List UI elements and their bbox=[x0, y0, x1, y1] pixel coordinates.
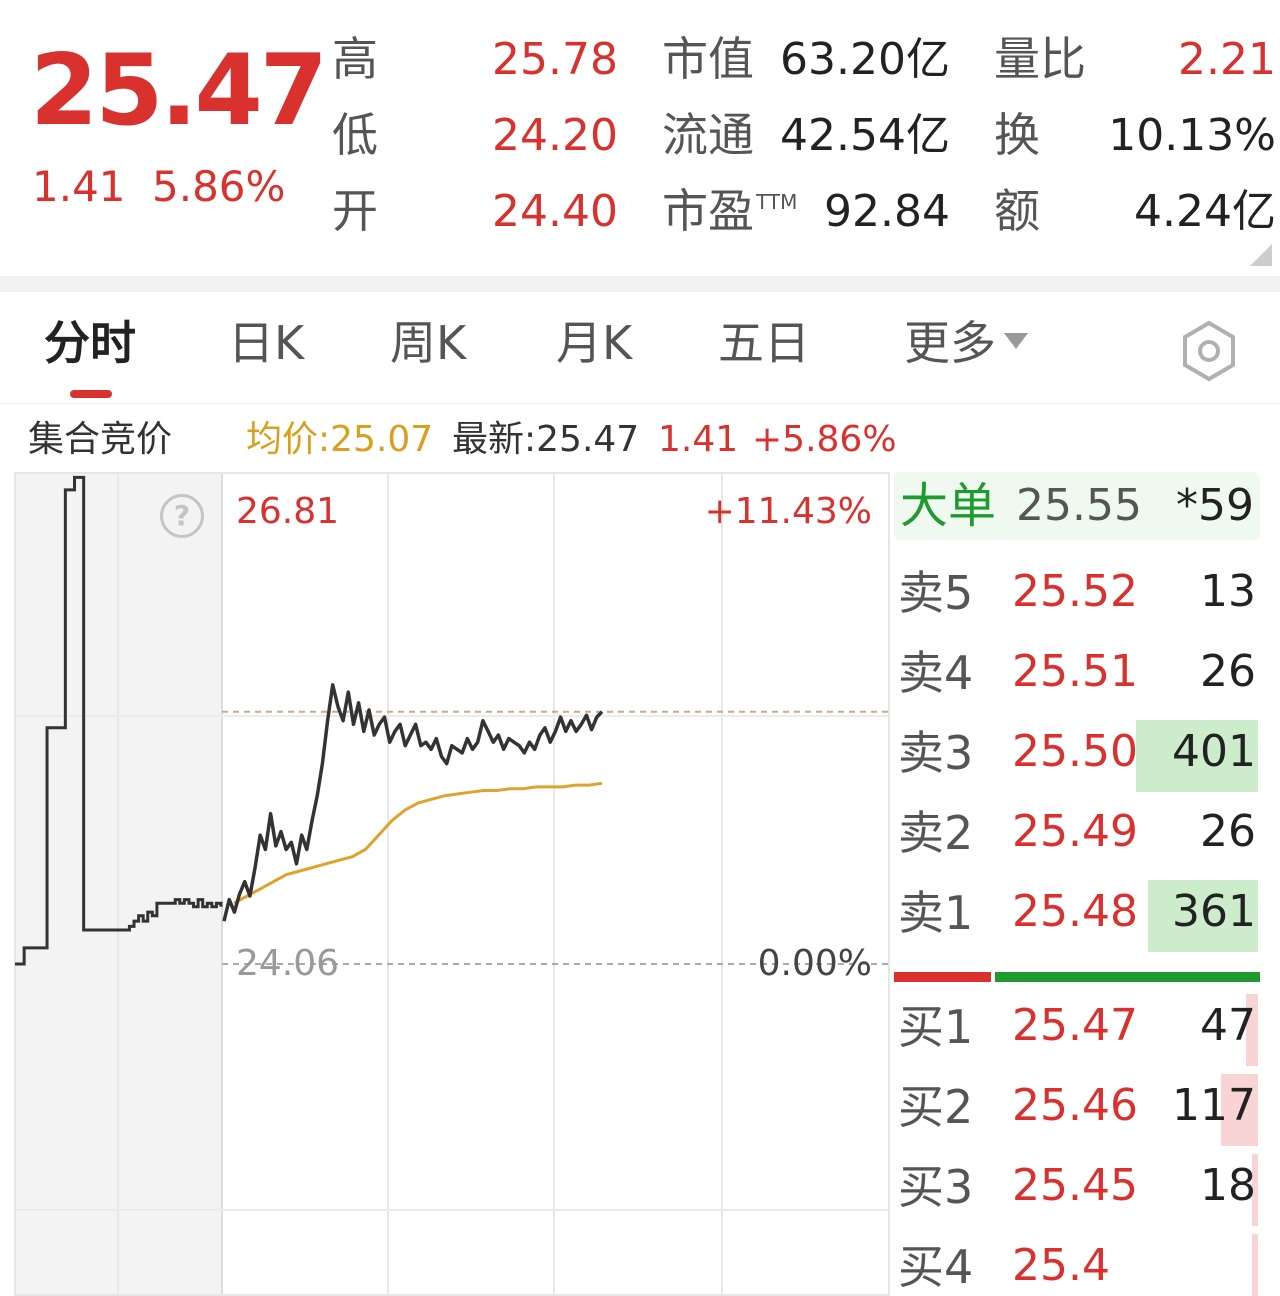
open-value: 24.40 bbox=[492, 186, 618, 237]
sell-level-price: 25.48 bbox=[1012, 886, 1138, 937]
buy-level-volume: 18 bbox=[1200, 1160, 1256, 1211]
y-axis-base-label: 24.06 bbox=[236, 943, 340, 984]
buy-level-label: 买4 bbox=[898, 1240, 974, 1294]
sell-level-price: 25.49 bbox=[1012, 806, 1138, 857]
sell-level-volume: 13 bbox=[1200, 566, 1256, 617]
sell-level-price: 25.52 bbox=[1012, 566, 1138, 617]
buy-level-price: 25.47 bbox=[1012, 1000, 1138, 1051]
turnover-label: 换 bbox=[994, 108, 1040, 162]
float-cap-value: 42.54亿 bbox=[780, 110, 950, 161]
chart-canvas bbox=[14, 472, 890, 1296]
buy-level-label: 买1 bbox=[898, 1000, 974, 1054]
chart-info-line: 集合竞价 均价:25.07 最新:25.47 1.41 +5.86% bbox=[0, 408, 1280, 470]
sell-level-volume: 26 bbox=[1200, 806, 1256, 857]
price-line bbox=[222, 683, 604, 922]
last-price: 25.47 bbox=[30, 34, 328, 148]
price-change-percent: 5.86% bbox=[152, 162, 286, 211]
expand-corner-icon[interactable] bbox=[1250, 244, 1272, 266]
sell-level-volume: 401 bbox=[1172, 726, 1256, 777]
volume-ratio-value: 2.21 bbox=[1178, 34, 1276, 85]
dropdown-arrow-icon bbox=[1004, 332, 1028, 349]
settings-hexagon-icon[interactable] bbox=[1178, 320, 1240, 382]
tab-daily-k[interactable]: 日K bbox=[228, 320, 304, 366]
sell-level-label: 卖5 bbox=[898, 566, 974, 620]
pe-label: 市盈 TTM bbox=[662, 184, 798, 238]
buy-row-2[interactable]: 买2 25.46 117 bbox=[890, 1068, 1270, 1148]
sell-row-1[interactable]: 卖5 25.52 13 bbox=[890, 554, 1270, 634]
buy-row-3[interactable]: 买3 25.45 18 bbox=[890, 1148, 1270, 1228]
volume-ratio-label: 量比 bbox=[994, 32, 1086, 86]
tab-more-label: 更多 bbox=[904, 316, 996, 370]
tab-more[interactable]: 更多 bbox=[904, 320, 1028, 366]
buy-row-4[interactable]: 买4 25.4 bbox=[890, 1228, 1270, 1296]
big-order-price: 25.55 bbox=[1016, 480, 1142, 531]
buy-row-1[interactable]: 买1 25.47 47 bbox=[890, 988, 1270, 1068]
big-order-row[interactable]: 大单 25.55 *59 bbox=[894, 472, 1260, 540]
high-value: 25.78 bbox=[492, 34, 618, 85]
tab-five-day[interactable]: 五日 bbox=[718, 320, 810, 366]
buy-volume-bar bbox=[1251, 1234, 1258, 1296]
big-order-label: 大单 bbox=[900, 478, 997, 534]
average-price: 均价:25.07 bbox=[246, 419, 434, 460]
tab-intraday[interactable]: 分时 bbox=[44, 320, 136, 366]
sell-level-label: 卖4 bbox=[898, 646, 974, 700]
sell-row-3[interactable]: 卖3 25.50 401 bbox=[890, 714, 1270, 794]
pe-value: 92.84 bbox=[824, 186, 950, 237]
buy-level-label: 买3 bbox=[898, 1160, 974, 1214]
y-axis-top-label: 26.81 bbox=[236, 491, 340, 532]
tab-monthly-k[interactable]: 月K bbox=[556, 320, 632, 366]
sell-level-volume: 361 bbox=[1172, 886, 1256, 937]
sell-level-volume: 26 bbox=[1200, 646, 1256, 697]
sell-level-label: 卖1 bbox=[898, 886, 974, 940]
turnover-value: 10.13% bbox=[1108, 110, 1276, 161]
buy-level-price: 25.46 bbox=[1012, 1080, 1138, 1131]
quote-header: 25.47 1.41 5.86% 高 25.78 低 24.20 开 24.40… bbox=[0, 0, 1280, 276]
buy-level-label: 买2 bbox=[898, 1080, 974, 1134]
buy-sell-ratio-bar bbox=[894, 972, 1260, 982]
sell-row-5[interactable]: 卖1 25.48 361 bbox=[890, 874, 1270, 954]
sell-level-label: 卖2 bbox=[898, 806, 974, 860]
float-cap-label: 流通 bbox=[662, 108, 754, 162]
chart-period-tabs: 分时 日K 周K 月K 五日 更多 bbox=[0, 292, 1280, 404]
market-cap-label: 市值 bbox=[662, 32, 754, 86]
pct-axis-top-label: +11.43% bbox=[704, 491, 872, 532]
latest-price: 最新:25.47 bbox=[452, 419, 640, 460]
market-cap-value: 63.20亿 bbox=[780, 34, 950, 85]
buy-level-price: 25.4 bbox=[1012, 1240, 1110, 1291]
active-tab-indicator bbox=[70, 390, 112, 398]
tab-weekly-k[interactable]: 周K bbox=[390, 320, 466, 366]
sell-level-label: 卖3 bbox=[898, 726, 974, 780]
help-icon[interactable]: ? bbox=[160, 494, 204, 538]
buy-level-volume: 47 bbox=[1200, 1000, 1256, 1051]
buy-level-price: 25.45 bbox=[1012, 1160, 1138, 1211]
sell-level-price: 25.51 bbox=[1012, 646, 1138, 697]
price-change: 1.41 bbox=[32, 162, 126, 211]
sell-level-price: 25.50 bbox=[1012, 726, 1138, 777]
order-book: 大单 25.55 *59 卖5 25.52 13 卖4 25.51 26 卖3 25.50 40… bbox=[890, 472, 1280, 1296]
pe-ttm-superscript: TTM bbox=[756, 190, 798, 214]
section-divider bbox=[0, 276, 1280, 292]
pct-axis-base-label: 0.00% bbox=[757, 943, 872, 984]
open-label: 开 bbox=[332, 184, 378, 238]
high-label: 高 bbox=[332, 32, 378, 86]
sell-row-4[interactable]: 卖2 25.49 26 bbox=[890, 794, 1270, 874]
sell-ratio-segment bbox=[994, 972, 1260, 982]
buy-ratio-segment bbox=[894, 972, 991, 982]
call-auction-label: 集合竞价 bbox=[28, 419, 173, 460]
sell-row-2[interactable]: 卖4 25.51 26 bbox=[890, 634, 1270, 714]
big-order-volume: *59 bbox=[1176, 480, 1254, 531]
amount-value: 4.24亿 bbox=[1134, 186, 1276, 237]
info-change-percent: +5.86% bbox=[752, 419, 897, 460]
info-change: 1.41 bbox=[658, 419, 739, 460]
intraday-chart[interactable]: ? 26.81 +11.43% 24.06 0.00% bbox=[14, 472, 890, 1296]
amount-label: 额 bbox=[994, 184, 1040, 238]
low-value: 24.20 bbox=[492, 110, 618, 161]
buy-level-volume: 117 bbox=[1172, 1080, 1256, 1131]
low-label: 低 bbox=[332, 108, 378, 162]
